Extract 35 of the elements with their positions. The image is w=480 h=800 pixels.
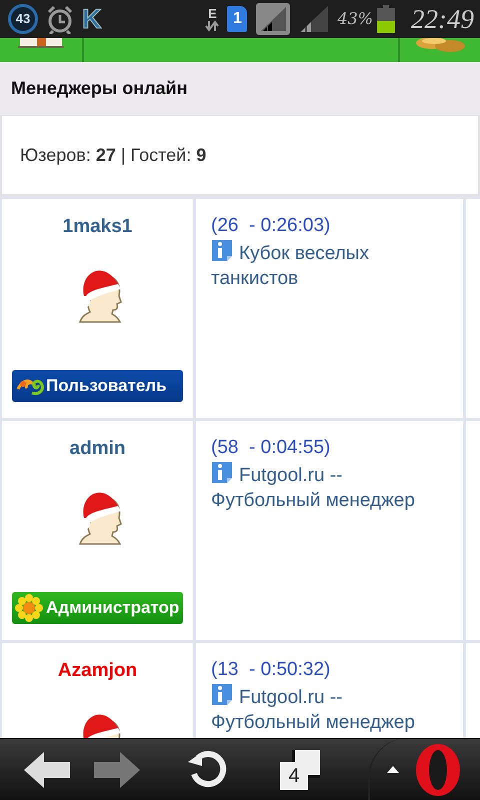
- online-time: (58 - 0:04:55): [211, 436, 332, 460]
- network-type: E: [208, 6, 217, 20]
- signal-icon: [255, 2, 292, 36]
- browser-logo-icon: [413, 742, 463, 796]
- alarm-clock-icon: [46, 4, 74, 34]
- app-logo: K: [82, 6, 102, 32]
- forward-arrow-icon: [94, 752, 140, 788]
- clock-time: 22:49: [411, 2, 474, 36]
- page-title: Менеджеры онлайн: [0, 62, 480, 115]
- caret-up-icon: [387, 766, 399, 773]
- back-button[interactable]: [24, 752, 70, 788]
- username-link[interactable]: admin: [70, 435, 126, 464]
- team-link[interactable]: Кубок веселых танкистов: [211, 238, 448, 291]
- online-stats: Юзеров: 27 | Гостей: 9: [20, 144, 206, 167]
- team-link[interactable]: Futgool.ru -- Футбольный менеджер: [211, 460, 448, 513]
- flower-icon: [14, 593, 44, 623]
- back-arrow-icon: [24, 752, 70, 788]
- online-time: (26 - 0:26:03): [211, 214, 332, 238]
- info-icon: [211, 682, 233, 706]
- username-link[interactable]: 1maks1: [62, 213, 132, 242]
- coins-icon: [414, 38, 466, 52]
- signal-bars-icon: [299, 5, 330, 33]
- battery-percent: 43%: [337, 8, 373, 30]
- online-time: (13 - 0:50:32): [211, 658, 332, 682]
- info-icon: [211, 460, 233, 484]
- role-badge: Администратор: [12, 592, 183, 624]
- info-icon: [211, 238, 233, 262]
- tabs-button[interactable]: 4: [280, 750, 320, 790]
- username-link[interactable]: Azamjon: [58, 657, 138, 686]
- role-badge: Пользователь: [12, 370, 183, 402]
- data-arrows-icon: [205, 20, 220, 32]
- battery-icon: [377, 5, 395, 33]
- notification-count: 43: [8, 4, 38, 34]
- team-link[interactable]: Futgool.ru -- Футбольный менеджер: [211, 682, 448, 735]
- sim-indicator: 1: [227, 6, 248, 32]
